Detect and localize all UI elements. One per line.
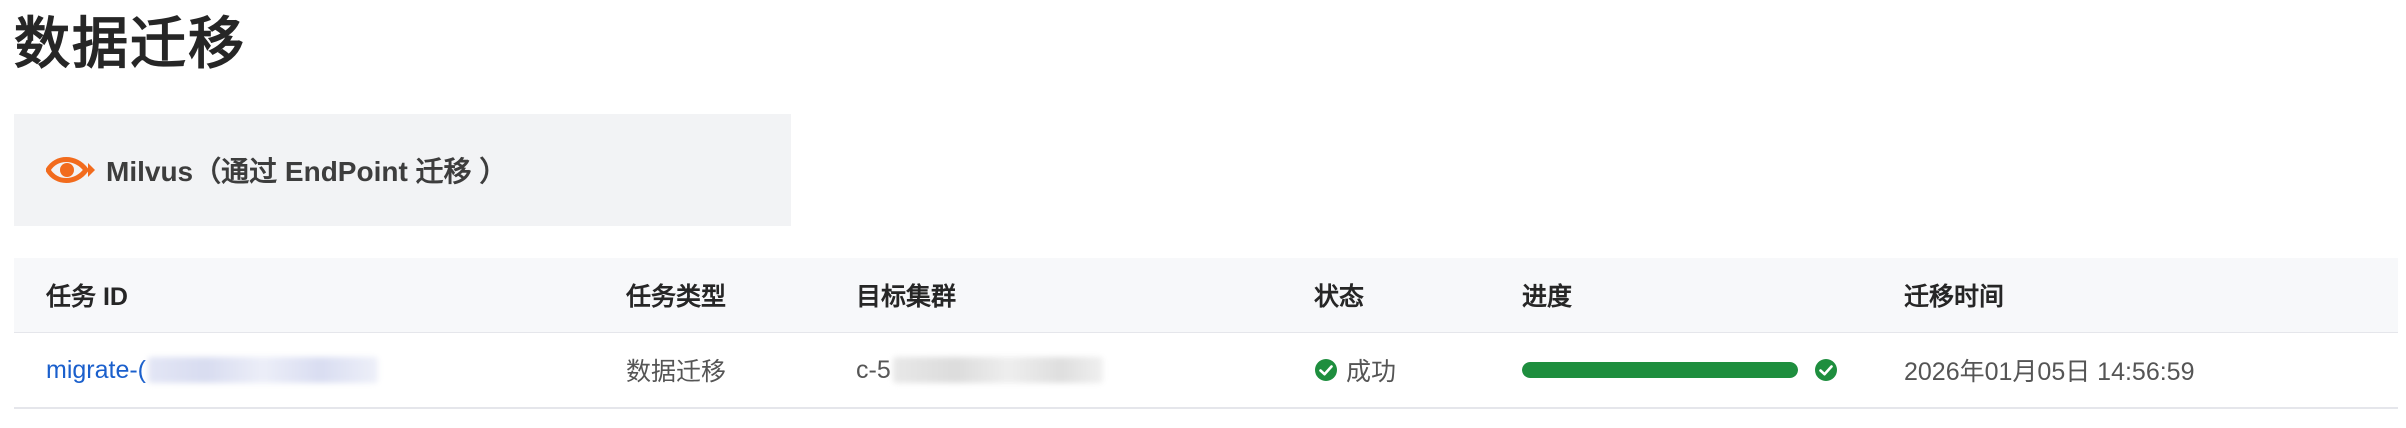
column-header-target-cluster: 目标集群 [856, 283, 957, 311]
redacted-cluster-id [892, 357, 1103, 383]
progress-bar-fill [1522, 362, 1798, 378]
check-circle-icon [1314, 358, 1338, 382]
redacted-task-id [148, 357, 379, 383]
column-header-migration-time: 迁移时间 [1904, 283, 2005, 311]
task-type-cell: 数据迁移 [626, 358, 727, 386]
target-cluster-text: c-5 [856, 355, 891, 384]
progress-bar [1522, 362, 1798, 378]
progress-cell [1522, 333, 1838, 407]
task-id-cell: migrate-( [46, 333, 379, 407]
migration-table: 任务 ID 任务类型 目标集群 状态 进度 迁移时间 migrate-( 数据迁… [14, 258, 2398, 409]
table-header: 任务 ID 任务类型 目标集群 状态 进度 迁移时间 [14, 258, 2398, 333]
target-cluster-cell: c-5 [856, 333, 1103, 407]
source-label: Milvus（通过 EndPoint 迁移 ） [106, 156, 508, 187]
task-id-link[interactable]: migrate-( [46, 356, 146, 385]
check-circle-icon [1814, 358, 1838, 382]
source-card: Milvus（通过 EndPoint 迁移 ） [14, 114, 791, 226]
status-cell: 成功 [1314, 333, 1396, 407]
column-header-status: 状态 [1314, 283, 1365, 311]
column-header-progress: 进度 [1522, 283, 1573, 311]
milvus-logo-icon [45, 150, 96, 190]
column-header-task-id: 任务 ID [46, 283, 128, 311]
migration-time-cell: 2026年01月05日 14:56:59 [1904, 358, 2195, 386]
column-header-task-type: 任务类型 [626, 283, 727, 311]
page-title: 数据迁移 [14, 12, 246, 75]
table-row: migrate-( 数据迁移 c-5 成功 2026年01月05日 14:56:… [14, 333, 2398, 409]
status-text: 成功 [1346, 358, 1397, 386]
